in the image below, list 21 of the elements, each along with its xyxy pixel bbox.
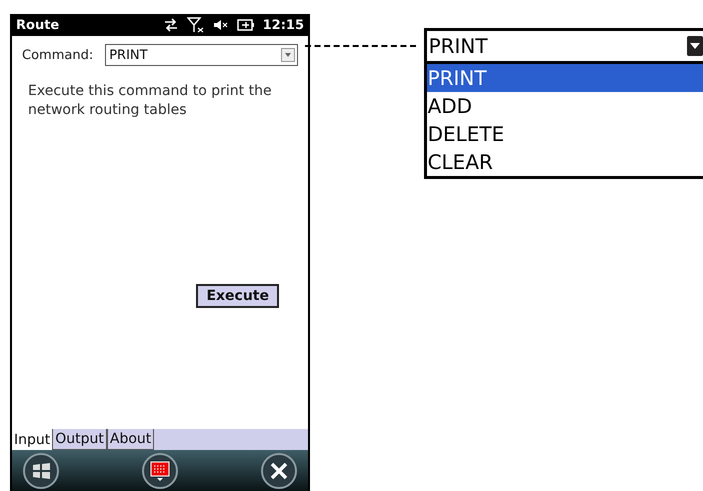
window-title: Route: [16, 18, 60, 32]
clock-time: 12:15: [262, 18, 304, 32]
start-button[interactable]: [22, 452, 60, 490]
execute-button[interactable]: Execute: [196, 284, 279, 308]
tab[interactable]: Output: [52, 429, 107, 450]
dropdown-option[interactable]: ADD: [426, 92, 703, 120]
tab[interactable]: Input: [12, 429, 52, 450]
sync-arrows-icon: [162, 18, 179, 32]
mute-speaker-icon: [212, 19, 229, 31]
command-dropdown[interactable]: PRINT: [105, 44, 298, 66]
dropdown-option[interactable]: DELETE: [426, 120, 703, 148]
tab[interactable]: About: [106, 429, 154, 450]
keyboard-button[interactable]: [141, 452, 179, 490]
battery-charging-icon: [236, 19, 255, 31]
dropdown-value: PRINT: [428, 34, 489, 58]
close-button[interactable]: [260, 452, 298, 490]
command-description: Execute this command to print the network routing tables: [28, 82, 273, 120]
dropdown-option[interactable]: PRINT: [426, 64, 703, 92]
no-signal-icon: [186, 17, 205, 33]
command-label: Command:: [22, 48, 94, 62]
dropdown-option[interactable]: CLEAR: [426, 148, 703, 176]
